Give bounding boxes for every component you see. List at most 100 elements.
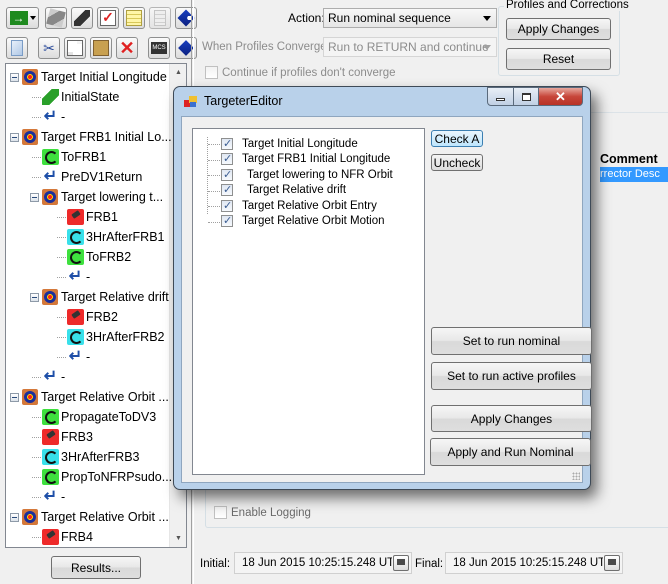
reset-button[interactable]: Reset [506,48,611,70]
delete-button[interactable]: ✕ [116,37,138,59]
dropdown-arrow-icon[interactable] [29,16,36,20]
tree-item-label: Target lowering t... [61,190,164,204]
collapse-toggle-icon[interactable] [10,512,19,522]
target-sequence-icon [22,509,38,525]
tree-item[interactable]: ↵ - [32,367,66,387]
targeter-checklist-item[interactable]: Target lowering to NFR Orbit [208,168,393,181]
results-button[interactable]: Results... [51,556,141,579]
tree-item-target[interactable]: Target Relative drift [30,287,169,307]
tree-item[interactable]: InitialState [32,87,119,107]
mission-control-sequence-tree[interactable]: ▲ ▼ Target Initial Longitude InitialState… [5,63,187,548]
checkbox-check-icon: ✓ [100,10,116,26]
set-run-active-profiles-button[interactable]: Set to run active profiles [431,362,592,390]
tree-item-target[interactable]: Target Relative Orbit ... [10,507,169,527]
tree-item[interactable]: FRB3 [32,427,93,447]
tree-item[interactable]: ↵ PreDV1Return [32,167,142,187]
notes-button[interactable] [123,7,145,29]
collapse-toggle-icon[interactable] [10,72,19,82]
tree-item[interactable]: ToFRB2 [57,247,131,267]
tree-item[interactable]: PropagateToDV3 [32,407,156,427]
tree-item[interactable]: 3HrAfterFRB4 [42,547,140,548]
targeter-checklist-item[interactable]: Target Relative Orbit Motion [208,214,385,228]
run-button[interactable]: → [6,7,39,29]
maximize-button[interactable] [513,87,539,106]
collapse-toggle-icon[interactable] [10,132,19,142]
item-checkbox[interactable] [221,214,233,227]
enable-logging-row[interactable]: Enable Logging [214,506,311,519]
maneuver-icon [74,10,90,26]
propagator-button[interactable] [45,7,67,29]
tree-item[interactable]: 3HrAfterFRB2 [57,327,165,347]
check-all-button[interactable]: Check A [431,130,483,147]
collapse-toggle-icon[interactable] [30,192,39,202]
comment-column-header[interactable]: Comment [600,152,658,166]
app-window-icon [184,96,198,108]
targeter-checklist-item[interactable]: Target Relative drift [208,183,346,197]
tree-item[interactable]: ToFRB1 [32,147,106,167]
cut-button[interactable]: ✂ [38,37,60,59]
apply-and-run-nominal-button[interactable]: Apply and Run Nominal [430,438,591,466]
initial-label: Initial: [200,558,231,570]
table-row-selected[interactable]: rrector Desc [600,167,668,182]
tree-item-label: FRB1 [86,210,118,224]
uncheck-button[interactable]: Uncheck [431,154,483,171]
scroll-down-arrow-icon[interactable]: ▼ [170,530,186,547]
tree-item-target[interactable]: Target lowering t... [30,187,163,207]
tree-item-label: PropToNFRPsudo... [61,470,173,484]
tree-item-target[interactable]: Target FRB1 Initial Lo... [10,127,172,147]
tree-item-target[interactable]: Target Relative Orbit ... [10,387,169,407]
maneuver-icon [67,209,84,225]
enable-logging-checkbox[interactable] [214,506,227,519]
return-icon: ↵ [43,168,58,185]
tree-item[interactable]: PropToNFRPsudo... [32,467,173,487]
tree-item-label: - [61,370,66,384]
converge-value: Run to RETURN and continue [328,40,489,54]
paste-button[interactable] [90,37,112,59]
resize-grip-icon[interactable] [572,472,580,480]
final-time-field[interactable]: 18 Jun 2015 10:25:15.248 UTCG [445,552,623,574]
tree-item[interactable]: FRB4 [32,527,93,547]
initial-time-field[interactable]: 18 Jun 2015 10:25:15.248 UTCG [234,552,412,574]
tree-item[interactable]: 3HrAfterFRB1 [57,227,165,247]
item-checkbox[interactable] [221,152,233,165]
set-run-nominal-button[interactable]: Set to run nominal [431,327,592,355]
collapse-toggle-icon[interactable] [10,392,19,402]
targeter-checklist-item[interactable]: Target Relative Orbit Entry [208,199,377,212]
tree-item[interactable]: ↵ - [32,107,65,127]
item-checkbox[interactable] [221,168,233,181]
tree-item[interactable]: FRB2 [57,307,118,327]
item-checkbox[interactable] [221,199,233,212]
tree-item[interactable]: 3HrAfterFRB3 [32,447,140,467]
action-dropdown[interactable]: Run nominal sequence [323,8,497,28]
apply-changes-dialog-button[interactable]: Apply Changes [431,405,592,432]
targeter-checklist-item[interactable]: Target FRB1 Initial Longitude [208,152,390,166]
document-button[interactable] [149,7,171,29]
apply-changes-button[interactable]: Apply Changes [506,18,611,40]
calendar-picker-icon[interactable] [393,555,409,571]
propagate-icon [42,149,59,165]
maneuver-button[interactable] [71,7,93,29]
tree-item[interactable]: FRB1 [57,207,118,227]
tree-item[interactable]: ↵ - [57,347,90,367]
continue-checkbox[interactable] [205,66,218,79]
calendar-picker-icon[interactable] [604,555,620,571]
targeter-checklist-item[interactable]: Target Initial Longitude [208,137,358,150]
minimize-button[interactable] [487,87,514,106]
converge-dropdown[interactable]: Run to RETURN and continue [323,37,497,57]
new-button[interactable] [6,37,28,59]
check-button[interactable]: ✓ [97,7,119,29]
tree-item[interactable]: ↵ - [57,267,90,287]
continue-checkbox-row[interactable]: Continue if profiles don't converge [205,66,396,79]
scroll-up-arrow-icon[interactable]: ▲ [170,64,186,81]
mcs-button[interactable]: MCS [148,37,170,59]
copy-button[interactable] [64,37,86,59]
notes-icon [126,10,142,26]
targeter-editor-dialog: TargeterEditor ✕ Target Initial Longitud… [173,86,592,490]
tree-item[interactable]: ↵ - [32,487,65,507]
item-checkbox[interactable] [221,137,233,150]
close-button[interactable]: ✕ [538,87,583,106]
collapse-toggle-icon[interactable] [30,292,39,302]
targeter-checklist[interactable]: Target Initial Longitude Target FRB1 Init… [192,128,425,475]
item-checkbox[interactable] [221,183,233,196]
tree-item-target[interactable]: Target Initial Longitude [10,67,167,87]
